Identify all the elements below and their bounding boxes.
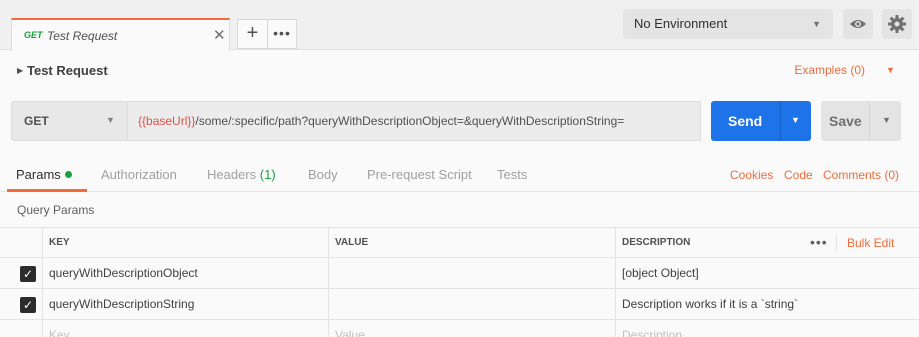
examples-link[interactable]: Examples (0) [794, 63, 865, 77]
add-tab-button[interactable]: + [237, 19, 268, 49]
url-variable: {{baseUrl}} [138, 114, 196, 128]
headers-count: (1) [259, 167, 276, 182]
method-select[interactable]: GET ▼ [11, 101, 128, 141]
row-check-cell: ✓ [0, 258, 42, 288]
environment-quick-look-button[interactable] [843, 9, 873, 39]
table-row-new: Key Value Description [0, 319, 919, 337]
environment-select[interactable]: No Environment ▼ [623, 9, 833, 39]
param-key-cell[interactable]: queryWithDescriptionString [42, 289, 328, 319]
request-title[interactable]: Test Request [27, 63, 108, 78]
active-tab-underline [7, 189, 87, 192]
chevron-down-icon: ▼ [812, 19, 821, 29]
save-button[interactable]: Save ▼ [821, 101, 901, 141]
chevron-down-icon[interactable]: ▼ [791, 115, 800, 125]
close-icon[interactable]: ✕ [213, 26, 226, 44]
comments-link[interactable]: Comments (0) [823, 168, 899, 182]
tab-headers[interactable]: Headers (1) [207, 167, 276, 182]
tab-pre-request-script[interactable]: Pre-request Script [367, 167, 472, 182]
bulk-edit-link[interactable]: Bulk Edit [847, 228, 894, 258]
tab-bar: GET Test Request ✕ + ••• No Environment … [0, 0, 919, 51]
tab-params[interactable]: Params [16, 167, 72, 182]
param-value-cell[interactable] [328, 258, 615, 288]
query-params-title: Query Params [17, 203, 95, 217]
param-value-cell[interactable] [328, 289, 615, 319]
environment-label: No Environment [634, 16, 728, 31]
header-check-cell [0, 228, 42, 258]
request-tab-name: Test Request [47, 29, 118, 43]
active-dot-icon [64, 171, 72, 178]
row-checkbox[interactable]: ✓ [20, 266, 36, 282]
request-header: ▶ Test Request Examples (0) ▼ [0, 50, 919, 90]
gear-icon [888, 15, 906, 33]
chevron-down-icon: ▼ [106, 115, 115, 125]
more-tabs-button[interactable]: ••• [268, 19, 297, 49]
table-row: ✓ queryWithDescriptionString Description… [0, 288, 919, 319]
eye-icon [850, 20, 866, 28]
row-check-cell [0, 320, 42, 337]
new-key-input[interactable]: Key [42, 320, 328, 337]
cookies-link[interactable]: Cookies [730, 168, 773, 182]
send-label: Send [728, 113, 763, 129]
tab-authorization[interactable]: Authorization [101, 167, 177, 182]
new-description-input[interactable]: Description [615, 320, 919, 337]
code-link[interactable]: Code [784, 168, 813, 182]
table-header: KEY VALUE DESCRIPTION ••• Bulk Edit [0, 227, 919, 258]
tab-tests[interactable]: Tests [497, 167, 527, 182]
expand-arrow-icon[interactable]: ▶ [17, 66, 23, 75]
tab-headers-label: Headers [207, 167, 257, 182]
method-label: GET [24, 114, 49, 128]
send-button[interactable]: Send ▼ [711, 101, 811, 141]
url-path: /some/:specific/path?queryWithDescriptio… [195, 114, 625, 128]
divider [780, 101, 781, 141]
divider [836, 234, 837, 252]
divider [869, 101, 870, 141]
request-tab-method: GET [24, 30, 43, 40]
tab-body[interactable]: Body [308, 167, 338, 182]
param-description-cell[interactable]: [object Object] [615, 258, 919, 288]
more-options-icon[interactable]: ••• [810, 228, 828, 256]
table-row: ✓ queryWithDescriptionObject [object Obj… [0, 257, 919, 288]
url-input[interactable]: {{baseUrl}}/some/:specific/path?queryWit… [128, 101, 701, 141]
new-value-input[interactable]: Value [328, 320, 615, 337]
column-header-key: KEY [42, 228, 328, 258]
save-label: Save [829, 113, 862, 129]
param-key-cell[interactable]: queryWithDescriptionObject [42, 258, 328, 288]
param-description-cell[interactable]: Description works if it is a `string` [615, 289, 919, 319]
chevron-down-icon[interactable]: ▼ [882, 115, 891, 125]
row-check-cell: ✓ [0, 289, 42, 319]
column-header-value: VALUE [328, 228, 615, 258]
tab-params-label: Params [16, 167, 61, 182]
row-checkbox[interactable]: ✓ [20, 297, 36, 313]
request-tab[interactable]: GET Test Request ✕ [11, 18, 230, 51]
settings-button[interactable] [882, 9, 912, 39]
request-subtabs: Params Authorization Headers (1) Body Pr… [0, 159, 919, 192]
chevron-down-icon[interactable]: ▼ [886, 65, 895, 75]
